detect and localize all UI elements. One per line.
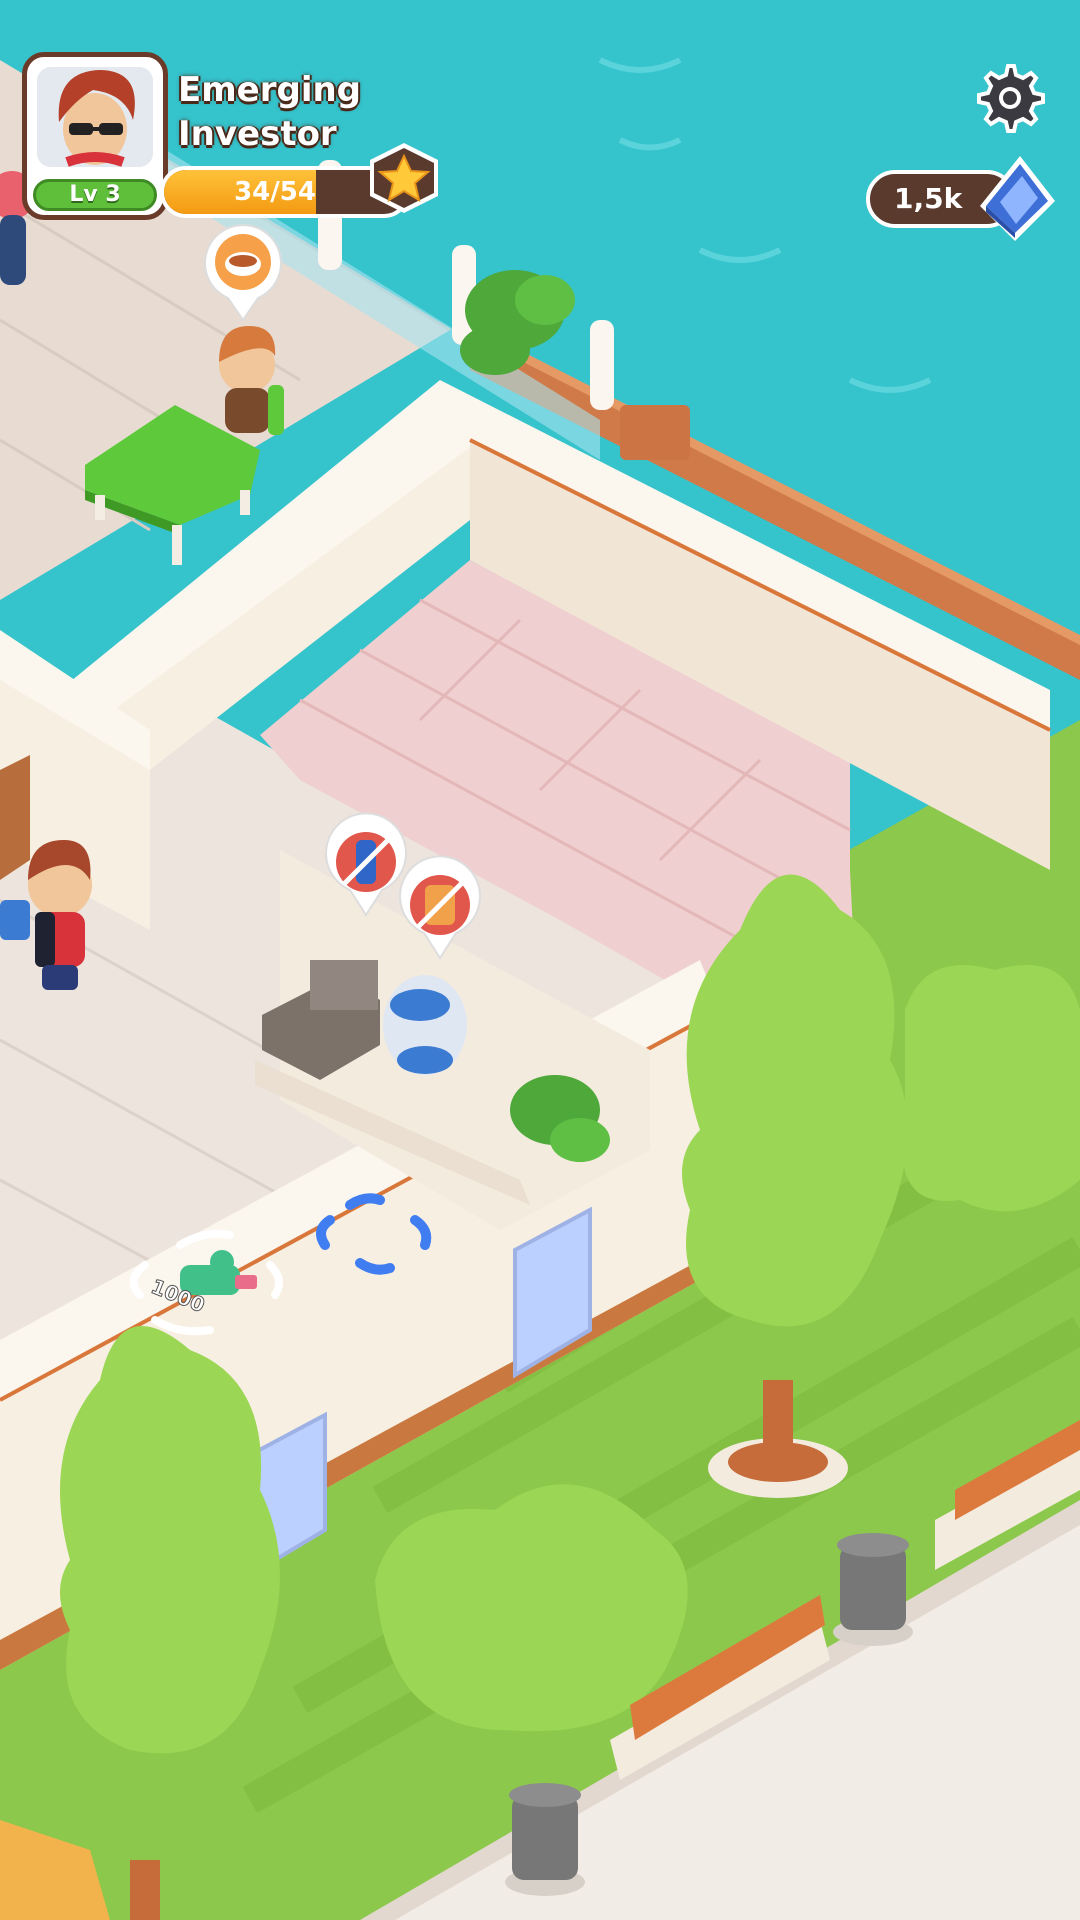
- player-rank-title-line2: Investor: [178, 114, 337, 154]
- money-icon: [235, 1275, 257, 1289]
- player-rank-title-line1: Emerging: [178, 70, 362, 110]
- water-dispenser-tank: [390, 989, 450, 1021]
- settings-button[interactable]: [970, 60, 1046, 136]
- cash-stack-icon: [960, 146, 1060, 246]
- cash-amount: 1,5k: [894, 182, 963, 215]
- basket-top: [310, 960, 378, 1010]
- gear-icon: [977, 64, 1045, 133]
- trash-bin: [505, 1783, 585, 1896]
- glass-post: [590, 320, 614, 410]
- water-dispenser-base: [397, 1046, 453, 1074]
- avatar-portrait: [37, 67, 153, 167]
- carried-water-bottles: [0, 900, 30, 940]
- player-rank-title: Emerging Investor: [178, 68, 361, 156]
- table-leg: [240, 490, 250, 515]
- xp-progress-text: 34/54: [234, 177, 316, 207]
- bush: [375, 1484, 688, 1732]
- railing-post: [620, 405, 690, 460]
- star-icon: [366, 140, 442, 216]
- game-world[interactable]: 1000: [0, 0, 1080, 1920]
- customer-chair: [268, 385, 284, 435]
- customer-body: [225, 388, 270, 433]
- table-leg: [95, 495, 105, 520]
- table-leg: [172, 525, 182, 565]
- entrance-door-frame[interactable]: [0, 755, 30, 880]
- bush: [902, 965, 1080, 1212]
- player-character-jacket: [35, 912, 55, 967]
- soup: [229, 255, 257, 267]
- employee-hire-icon-head: [210, 1250, 234, 1274]
- trash-bin: [833, 1533, 913, 1646]
- player-character-legs: [42, 965, 78, 990]
- player-avatar[interactable]: Lv 3: [22, 52, 168, 220]
- customer-body: [0, 215, 26, 285]
- player-level-badge: Lv 3: [33, 179, 157, 211]
